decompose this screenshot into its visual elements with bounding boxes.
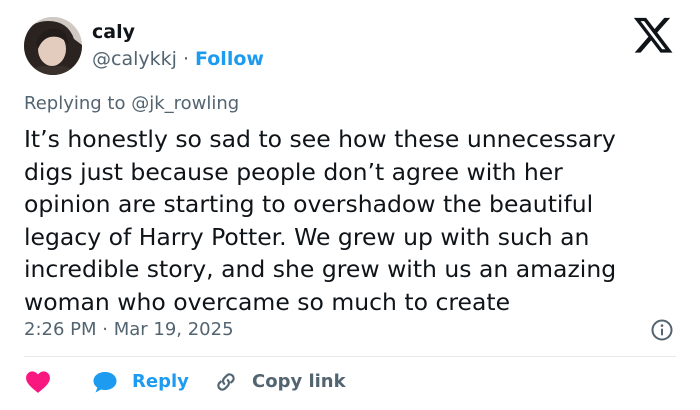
avatar[interactable] — [24, 17, 82, 75]
tweet-timestamp[interactable]: 2:26 PM · Mar 19, 2025 — [24, 318, 234, 342]
reply-label: Reply — [132, 371, 189, 392]
tweet-text-line: It’s honestly so sad to see how these un… — [24, 125, 616, 153]
reply-context: Replying to @jk_rowling — [24, 93, 240, 114]
copy-link-button[interactable]: Copy link — [214, 369, 346, 395]
follow-button[interactable]: Follow — [195, 48, 264, 70]
x-logo-icon[interactable] — [633, 17, 673, 53]
tweet-text-line: incredible story, and she grew with us a… — [24, 255, 617, 283]
handle-separator: · — [182, 48, 189, 70]
like-button[interactable] — [25, 369, 51, 395]
divider — [24, 356, 676, 357]
avatar-image — [24, 17, 82, 75]
info-icon[interactable] — [650, 318, 674, 342]
tweet-text-line: opinion are starting to overshadow the b… — [24, 190, 594, 218]
author-handle[interactable]: @calykkj — [92, 48, 177, 70]
reply-button[interactable]: Reply — [92, 369, 189, 395]
tweet-text: It’s honestly so sad to see how these un… — [24, 123, 684, 318]
tweet-text-line: digs just because people don’t agree wit… — [24, 157, 563, 186]
author-display-name[interactable]: caly — [92, 20, 135, 44]
tweet-text-line: legacy of Harry Potter. We grew up with … — [24, 222, 590, 251]
copy-link-label: Copy link — [252, 371, 346, 392]
author-handle-row: @calykkj · Follow — [92, 47, 264, 71]
link-icon — [217, 373, 235, 391]
tweet-text-line: woman who overcame so much to create — [24, 287, 511, 316]
speech-bubble-icon — [93, 372, 117, 393]
heart-icon — [26, 371, 50, 393]
